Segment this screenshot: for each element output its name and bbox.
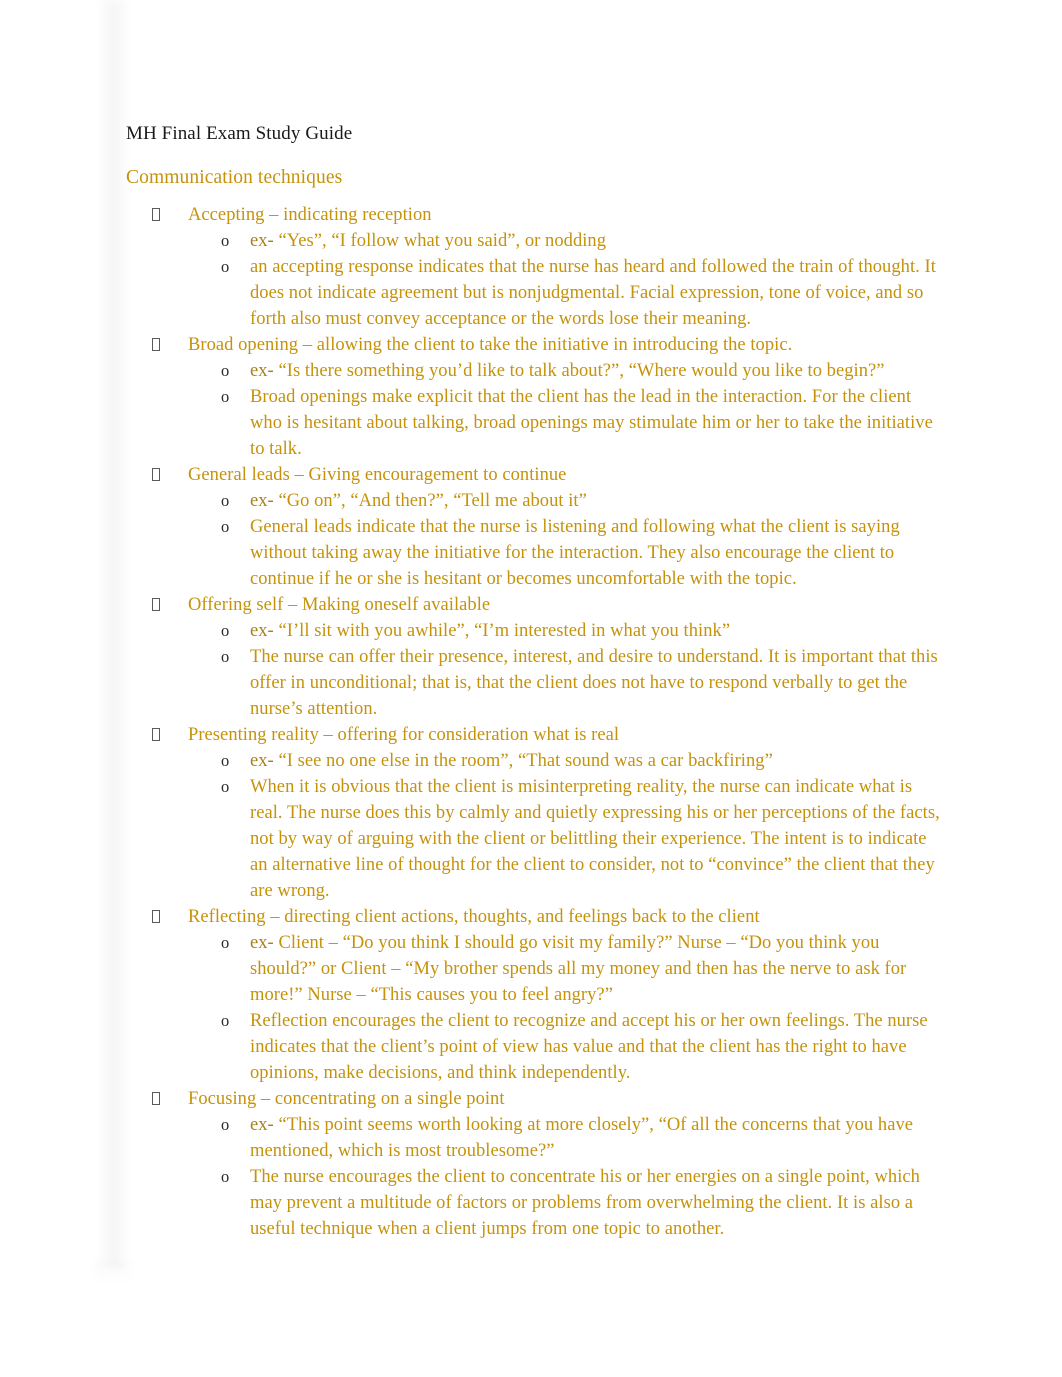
bullet-o-icon: o xyxy=(221,777,230,796)
bullet-o-icon: o xyxy=(221,231,230,250)
bullet-o-icon: o xyxy=(221,491,230,510)
example-prefix: ex- xyxy=(250,621,274,641)
description-text: General leads indicate that the nurse is… xyxy=(250,517,900,589)
example-line: ex- “I’ll sit with you awhile”, “I’m int… xyxy=(250,618,942,644)
example-text: Client – “Do you think I should go visit… xyxy=(250,933,907,1005)
bullet-box-icon xyxy=(152,202,172,228)
example-line: ex- “I see no one else in the room”, “Th… xyxy=(250,748,942,774)
technique-details: o ex- “Is there something you’d like to … xyxy=(188,358,1062,462)
example-text: “I’ll sit with you awhile”, “I’m interes… xyxy=(278,621,731,641)
bullet-o-icon: o xyxy=(221,751,230,770)
document-body: MH Final Exam Study Guide Communication … xyxy=(0,0,1062,1242)
technique-details: o ex- “I’ll sit with you awhile”, “I’m i… xyxy=(188,618,1062,722)
list-item-technique-1: Broad opening – allowing the client to t… xyxy=(152,332,1062,462)
list-item-example: o ex- “Is there something you’d like to … xyxy=(221,358,1062,384)
bullet-o-icon: o xyxy=(221,257,230,276)
list-item-technique-0: Accepting – indicating reception o ex- “… xyxy=(152,202,1062,332)
list-item-technique-3: Offering self – Making oneself available… xyxy=(152,592,1062,722)
example-prefix: ex- xyxy=(250,1115,274,1135)
description-text: an accepting response indicates that the… xyxy=(250,257,936,329)
list-item-description: o The nurse can offer their presence, in… xyxy=(221,644,1062,722)
technique-heading: Accepting – indicating reception xyxy=(188,205,432,225)
technique-heading: Presenting reality – offering for consid… xyxy=(188,725,620,745)
technique-details: o ex- “This point seems worth looking at… xyxy=(188,1112,1062,1242)
technique-heading: Reflecting – directing client actions, t… xyxy=(188,907,760,927)
list-item-technique-4: Presenting reality – offering for consid… xyxy=(152,722,1062,904)
list-item-example: o ex- “Go on”, “And then?”, “Tell me abo… xyxy=(221,488,1062,514)
technique-details: o ex- “Go on”, “And then?”, “Tell me abo… xyxy=(188,488,1062,592)
bullet-o-icon: o xyxy=(221,1011,230,1030)
bullet-o-icon: o xyxy=(221,517,230,536)
list-item-example: o ex- “Yes”, “I follow what you said”, o… xyxy=(221,228,1062,254)
technique-heading: General leads – Giving encouragement to … xyxy=(188,465,567,485)
list-item-example: o ex- Client – “Do you think I should go… xyxy=(221,930,1062,1008)
bullet-box-icon xyxy=(152,904,172,930)
example-prefix: ex- xyxy=(250,751,274,771)
example-text: “I see no one else in the room”, “That s… xyxy=(278,751,773,771)
example-text: “Is there something you’d like to talk a… xyxy=(278,361,885,381)
bullet-o-icon: o xyxy=(221,1115,230,1134)
description-text: The nurse can offer their presence, inte… xyxy=(250,647,938,719)
bullet-box-icon xyxy=(152,462,172,488)
list-item-description: o When it is obvious that the client is … xyxy=(221,774,1062,904)
example-line: ex- “This point seems worth looking at m… xyxy=(250,1112,942,1164)
example-prefix: ex- xyxy=(250,231,274,251)
list-item-example: o ex- “I’ll sit with you awhile”, “I’m i… xyxy=(221,618,1062,644)
technique-details: o ex- Client – “Do you think I should go… xyxy=(188,930,1062,1086)
example-prefix: ex- xyxy=(250,933,274,953)
technique-heading: Focusing – concentrating on a single poi… xyxy=(188,1089,505,1109)
list-item-description: o General leads indicate that the nurse … xyxy=(221,514,1062,592)
section-heading-communication-techniques: Communication techniques xyxy=(126,167,343,188)
example-line: ex- “Yes”, “I follow what you said”, or … xyxy=(250,228,942,254)
example-line: ex- “Is there something you’d like to ta… xyxy=(250,358,942,384)
description-text: The nurse encourages the client to conce… xyxy=(250,1167,920,1239)
bullet-box-icon xyxy=(152,592,172,618)
example-text: “This point seems worth looking at more … xyxy=(250,1115,914,1161)
technique-heading: Broad opening – allowing the client to t… xyxy=(188,335,793,355)
list-item-description: o The nurse encourages the client to con… xyxy=(221,1164,1062,1242)
example-prefix: ex- xyxy=(250,361,274,381)
technique-details: o ex- “I see no one else in the room”, “… xyxy=(188,748,1062,904)
list-item-example: o ex- “This point seems worth looking at… xyxy=(221,1112,1062,1164)
list-item-description: o an accepting response indicates that t… xyxy=(221,254,1062,332)
bullet-o-icon: o xyxy=(221,647,230,666)
bullet-o-icon: o xyxy=(221,621,230,640)
description-text: Reflection encourages the client to reco… xyxy=(250,1011,928,1083)
technique-heading: Offering self – Making oneself available xyxy=(188,595,491,615)
bullet-box-icon xyxy=(152,332,172,358)
list-item-technique-5: Reflecting – directing client actions, t… xyxy=(152,904,1062,1086)
example-text: “Yes”, “I follow what you said”, or nodd… xyxy=(278,231,607,251)
list-item-description: o Broad openings make explicit that the … xyxy=(221,384,1062,462)
example-line: ex- Client – “Do you think I should go v… xyxy=(250,930,942,1008)
bullet-o-icon: o xyxy=(221,387,230,406)
bullet-o-icon: o xyxy=(221,933,230,952)
page-title: MH Final Exam Study Guide xyxy=(126,123,353,144)
technique-details: o ex- “Yes”, “I follow what you said”, o… xyxy=(188,228,1062,332)
description-text: When it is obvious that the client is mi… xyxy=(250,777,940,901)
bullet-o-icon: o xyxy=(221,1167,230,1186)
list-item-example: o ex- “I see no one else in the room”, “… xyxy=(221,748,1062,774)
list-item-description: o Reflection encourages the client to re… xyxy=(221,1008,1062,1086)
techniques-list: Accepting – indicating reception o ex- “… xyxy=(0,202,1062,1242)
bullet-box-icon xyxy=(152,722,172,748)
example-prefix: ex- xyxy=(250,491,274,511)
example-line: ex- “Go on”, “And then?”, “Tell me about… xyxy=(250,488,942,514)
list-item-technique-6: Focusing – concentrating on a single poi… xyxy=(152,1086,1062,1242)
example-text: “Go on”, “And then?”, “Tell me about it” xyxy=(278,491,587,511)
description-text: Broad openings make explicit that the cl… xyxy=(250,387,933,459)
bullet-o-icon: o xyxy=(221,361,230,380)
bullet-box-icon xyxy=(152,1086,172,1112)
list-item-technique-2: General leads – Giving encouragement to … xyxy=(152,462,1062,592)
